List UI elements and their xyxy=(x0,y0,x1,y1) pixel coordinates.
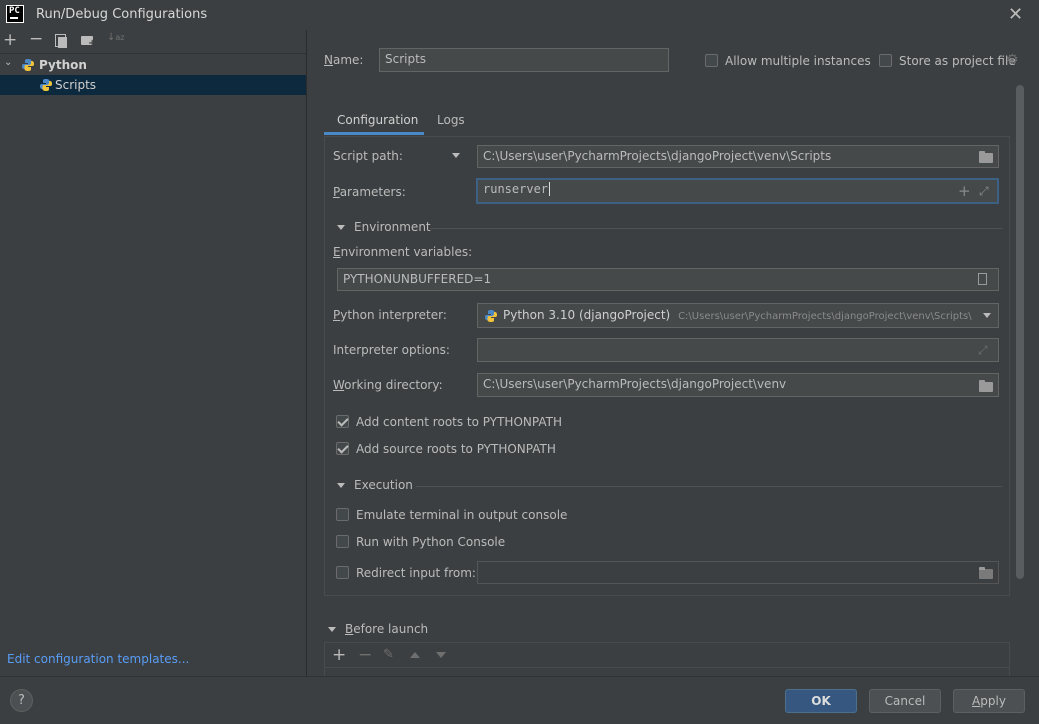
add-icon[interactable]: + xyxy=(332,645,346,665)
name-label: Name: xyxy=(324,53,364,67)
python-icon xyxy=(39,78,53,92)
working-dir-value: C:\Users\user\PycharmProjects\djangoProj… xyxy=(483,377,787,391)
tab-configuration[interactable]: Configuration xyxy=(324,105,424,135)
interpreter-options-field[interactable]: ⤢ xyxy=(477,338,999,362)
interpreter-path: C:\Users\user\PycharmProjects\djangoProj… xyxy=(678,311,972,322)
python-console-label: Run with Python Console xyxy=(356,535,506,549)
add-icon[interactable]: + xyxy=(958,182,971,201)
help-button[interactable]: ? xyxy=(10,689,33,712)
before-launch-panel xyxy=(324,643,1010,676)
parameters-value: runserver xyxy=(483,182,549,196)
collapse-environment-icon[interactable] xyxy=(337,225,345,230)
configurations-tree-panel xyxy=(0,54,306,676)
parameters-field[interactable]: runserver + ⤢ xyxy=(476,178,999,204)
tree-item-python[interactable]: ⌄ Python xyxy=(0,55,306,75)
script-type-dropdown-icon[interactable] xyxy=(452,153,460,158)
redirect-input-field[interactable] xyxy=(477,561,999,584)
tree-item-python-label: Python xyxy=(39,58,87,72)
chevron-down-icon[interactable]: ⌄ xyxy=(4,57,12,68)
chevron-down-icon[interactable] xyxy=(983,313,991,318)
interpreter-label: Python interpreter: xyxy=(333,308,447,322)
working-dir-field[interactable]: C:\Users\user\PycharmProjects\djangoProj… xyxy=(477,373,999,397)
configuration-panel xyxy=(324,136,1010,596)
script-path-label: Script path: xyxy=(333,149,403,163)
allow-multiple-checkbox[interactable] xyxy=(705,54,718,67)
interpreter-options-label: Interpreter options: xyxy=(333,343,450,357)
tab-logs[interactable]: Logs xyxy=(424,105,474,135)
new-folder-icon[interactable]: + xyxy=(81,36,96,49)
add-icon[interactable]: + xyxy=(3,30,17,50)
emulate-terminal-label: Emulate terminal in output console xyxy=(356,508,568,522)
working-dir-label: Working directory: xyxy=(333,378,443,392)
source-roots-checkbox[interactable] xyxy=(336,442,349,455)
cancel-button[interactable]: Cancel xyxy=(869,689,941,713)
document-icon[interactable] xyxy=(978,273,987,285)
interpreter-select[interactable]: Python 3.10 (djangoProject) C:\Users\use… xyxy=(477,303,999,328)
source-roots-label: Add source roots to PYTHONPATH xyxy=(356,442,556,456)
close-icon[interactable]: ✕ xyxy=(1008,4,1023,25)
env-vars-field[interactable]: PYTHONUNBUFFERED=1 xyxy=(337,268,999,291)
env-vars-label: Environment variables: xyxy=(333,245,473,259)
redirect-input-label: Redirect input from: xyxy=(356,566,476,580)
python-console-checkbox[interactable] xyxy=(336,535,349,548)
interpreter-name: Python 3.10 (djangoProject) xyxy=(503,308,671,322)
collapse-execution-icon[interactable] xyxy=(337,483,345,488)
active-tab-indicator xyxy=(324,132,424,135)
window-title: Run/Debug Configurations xyxy=(36,7,208,22)
script-path-field[interactable]: C:\Users\user\PycharmProjects\djangoProj… xyxy=(477,145,999,168)
edit-templates-link[interactable]: Edit configuration templates... xyxy=(7,652,189,666)
content-roots-checkbox[interactable] xyxy=(336,415,349,428)
remove-icon[interactable]: − xyxy=(358,645,372,665)
vertical-scrollbar[interactable] xyxy=(1016,85,1024,579)
tree-item-scripts[interactable]: Scripts xyxy=(0,75,306,95)
store-project-file-checkbox[interactable] xyxy=(879,54,892,67)
python-icon xyxy=(484,308,498,322)
expand-icon[interactable]: ⤢ xyxy=(979,182,989,201)
move-up-icon[interactable] xyxy=(410,652,420,658)
name-field[interactable]: Scripts xyxy=(379,48,669,72)
parameters-label: Parameters: xyxy=(333,185,406,199)
pycharm-logo-icon: PC xyxy=(6,5,24,23)
script-path-value: C:\Users\user\PycharmProjects\djangoProj… xyxy=(483,149,832,163)
move-down-icon[interactable] xyxy=(436,652,446,658)
copy-icon[interactable] xyxy=(55,34,67,48)
redirect-input-checkbox[interactable] xyxy=(336,566,349,579)
env-vars-value: PYTHONUNBUFFERED=1 xyxy=(343,272,492,286)
expand-icon[interactable]: ⤢ xyxy=(978,340,988,361)
gear-icon[interactable]: ⚙ xyxy=(1006,52,1019,68)
store-project-file-label: Store as project file xyxy=(899,54,1016,68)
tree-item-scripts-label: Scripts xyxy=(55,78,97,92)
environment-section-title[interactable]: Environment xyxy=(354,220,431,234)
allow-multiple-label: Allow multiple instances xyxy=(725,54,871,68)
execution-section-title[interactable]: Execution xyxy=(354,478,413,492)
folder-icon[interactable] xyxy=(979,380,993,392)
folder-icon[interactable] xyxy=(979,567,993,579)
collapse-before-launch-icon[interactable] xyxy=(328,627,336,632)
content-roots-label: Add content roots to PYTHONPATH xyxy=(356,415,562,429)
folder-icon[interactable] xyxy=(979,151,993,163)
python-icon xyxy=(21,58,35,72)
emulate-terminal-checkbox[interactable] xyxy=(336,508,349,521)
edit-icon[interactable]: ✎ xyxy=(383,647,394,662)
before-launch-section-title[interactable]: Before launch xyxy=(345,622,428,636)
remove-icon[interactable]: − xyxy=(29,29,43,49)
apply-button[interactable]: Apply xyxy=(953,689,1025,713)
ok-button[interactable]: OK xyxy=(785,689,857,713)
sort-icon[interactable]: ↓az xyxy=(107,33,125,43)
